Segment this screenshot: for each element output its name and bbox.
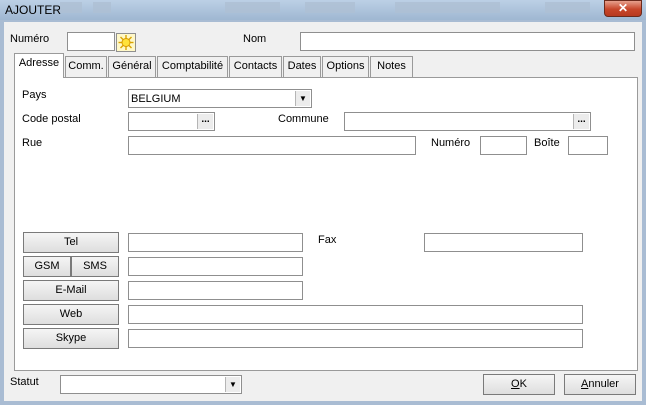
background-title-ghost	[305, 2, 355, 13]
code-postal-input[interactable]: ...	[128, 112, 215, 131]
annuler-button[interactable]: Annuler	[564, 374, 636, 395]
ok-button[interactable]: OK	[483, 374, 555, 395]
skype-button[interactable]: Skype	[23, 328, 119, 349]
chevron-down-icon[interactable]: ▼	[295, 91, 310, 106]
code-postal-label: Code postal	[22, 113, 81, 125]
tab-comm[interactable]: Comm.	[65, 56, 107, 77]
code-postal-browse-button[interactable]: ...	[197, 114, 213, 129]
background-title-ghost	[225, 2, 280, 13]
statut-select[interactable]: ▼	[60, 375, 242, 394]
adresse-panel: Pays BELGIUM ▼ Code postal ... Commune .…	[14, 77, 638, 371]
pays-value: BELGIUM	[131, 93, 181, 105]
pays-select[interactable]: BELGIUM ▼	[128, 89, 312, 108]
email-button[interactable]: E-Mail	[23, 280, 119, 301]
close-button[interactable]: ✕	[604, 0, 642, 17]
commune-input[interactable]: ...	[344, 112, 591, 131]
nom-input[interactable]	[300, 32, 635, 51]
new-number-button[interactable]	[116, 33, 136, 52]
gsm-input[interactable]	[128, 257, 303, 276]
rue-input[interactable]	[128, 136, 416, 155]
skype-input[interactable]	[128, 329, 583, 348]
tab-options[interactable]: Options	[322, 56, 369, 77]
fax-input[interactable]	[424, 233, 583, 252]
fax-label: Fax	[318, 234, 337, 246]
numero-input[interactable]	[67, 32, 115, 51]
commune-label: Commune	[278, 113, 329, 125]
boite-label: Boîte	[534, 137, 560, 149]
gsm-button[interactable]: GSM	[23, 256, 71, 277]
address-numero-label: Numéro	[431, 137, 471, 149]
background-title-ghost	[395, 2, 500, 13]
sun-icon	[118, 35, 134, 50]
numero-label: Numéro	[10, 33, 50, 45]
dialog-client-area: Numéro Nom Adresse Comm. Général Comptab…	[4, 22, 642, 401]
background-title-ghost	[545, 2, 590, 13]
background-title-ghost	[60, 2, 82, 13]
web-button[interactable]: Web	[23, 304, 119, 325]
tab-contacts[interactable]: Contacts	[229, 56, 282, 77]
title-bar: AJOUTER ✕	[0, 0, 646, 20]
tel-button[interactable]: Tel	[23, 232, 119, 253]
pays-label: Pays	[22, 89, 47, 101]
close-icon: ✕	[617, 1, 629, 15]
web-input[interactable]	[128, 305, 583, 324]
tab-adresse[interactable]: Adresse	[14, 53, 64, 78]
tab-comptabilite[interactable]: Comptabilité	[157, 56, 228, 77]
nom-label: Nom	[243, 33, 267, 45]
statut-label: Statut	[10, 376, 39, 388]
tel-input[interactable]	[128, 233, 303, 252]
tab-dates[interactable]: Dates	[283, 56, 321, 77]
tab-notes[interactable]: Notes	[370, 56, 413, 77]
tab-general[interactable]: Général	[108, 56, 156, 77]
commune-browse-button[interactable]: ...	[573, 114, 589, 129]
rue-label: Rue	[22, 137, 43, 149]
window-title: AJOUTER	[5, 3, 62, 17]
email-input[interactable]	[128, 281, 303, 300]
sms-button[interactable]: SMS	[71, 256, 119, 277]
address-numero-input[interactable]	[480, 136, 527, 155]
background-title-ghost	[93, 2, 111, 13]
chevron-down-icon[interactable]: ▼	[225, 377, 240, 392]
boite-input[interactable]	[568, 136, 608, 155]
